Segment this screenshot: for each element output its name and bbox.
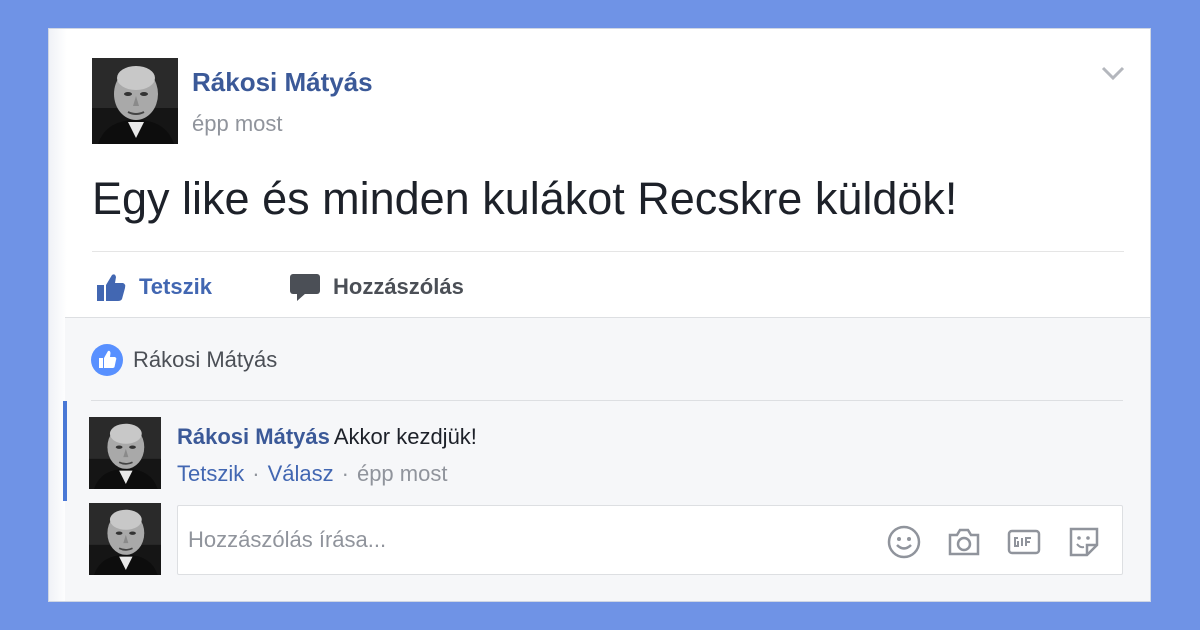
chevron-down-icon[interactable] (1099, 63, 1127, 83)
camera-icon[interactable] (946, 524, 982, 560)
post-card: Rákosi Mátyás épp most Egy like és minde… (48, 28, 1151, 602)
like-button-label: Tetszik (139, 274, 212, 299)
speech-bubble-icon (290, 274, 320, 301)
comment-author-name[interactable]: Rákosi Mátyás (177, 424, 330, 449)
comment-highlight-bar (63, 401, 67, 501)
post-author-name[interactable]: Rákosi Mátyás (192, 67, 373, 98)
post-message: Egy like és minden kulákot Recskre küldö… (92, 173, 958, 224)
likes-summary[interactable]: Rákosi Mátyás (91, 342, 277, 378)
post-author-avatar[interactable] (92, 58, 178, 144)
like-button[interactable]: Tetszik (95, 267, 212, 307)
comment-reply-link[interactable]: Válasz (268, 461, 334, 486)
comment-like-link[interactable]: Tetszik (177, 461, 244, 486)
comment-actions: Tetszik · Válasz · épp most (177, 461, 447, 487)
avatar-portrait (92, 58, 178, 144)
divider (91, 400, 1123, 401)
comment-timestamp[interactable]: épp most (357, 461, 448, 486)
post-timestamp[interactable]: épp most (192, 111, 283, 137)
smiley-icon[interactable] (886, 524, 922, 560)
comment-body: Rákosi Mátyás Akkor kezdjük! (177, 424, 477, 450)
comment-author-avatar[interactable] (89, 417, 161, 489)
separator-dot: · (252, 461, 260, 486)
comment-button-label: Hozzászólás (333, 274, 464, 299)
thumbs-up-icon (97, 274, 126, 301)
current-user-avatar (89, 503, 161, 575)
gif-icon[interactable] (1006, 524, 1042, 560)
like-reaction-icon (91, 344, 123, 376)
comment-input-field[interactable] (188, 527, 868, 553)
comment-input-tools (886, 524, 1102, 560)
separator-dot: · (341, 461, 349, 486)
comments-section: Rákosi Mátyás Rákosi Mátyás Akkor kezdjük… (63, 317, 1150, 601)
likes-names: Rákosi Mátyás (133, 347, 278, 372)
comment-message: Akkor kezdjük! (333, 424, 477, 449)
avatar-portrait (89, 503, 161, 575)
divider (92, 251, 1124, 252)
avatar-portrait (89, 417, 161, 489)
comment-button[interactable]: Hozzászólás (289, 267, 464, 307)
sticker-icon[interactable] (1066, 524, 1102, 560)
comment-input-box[interactable] (177, 505, 1123, 575)
